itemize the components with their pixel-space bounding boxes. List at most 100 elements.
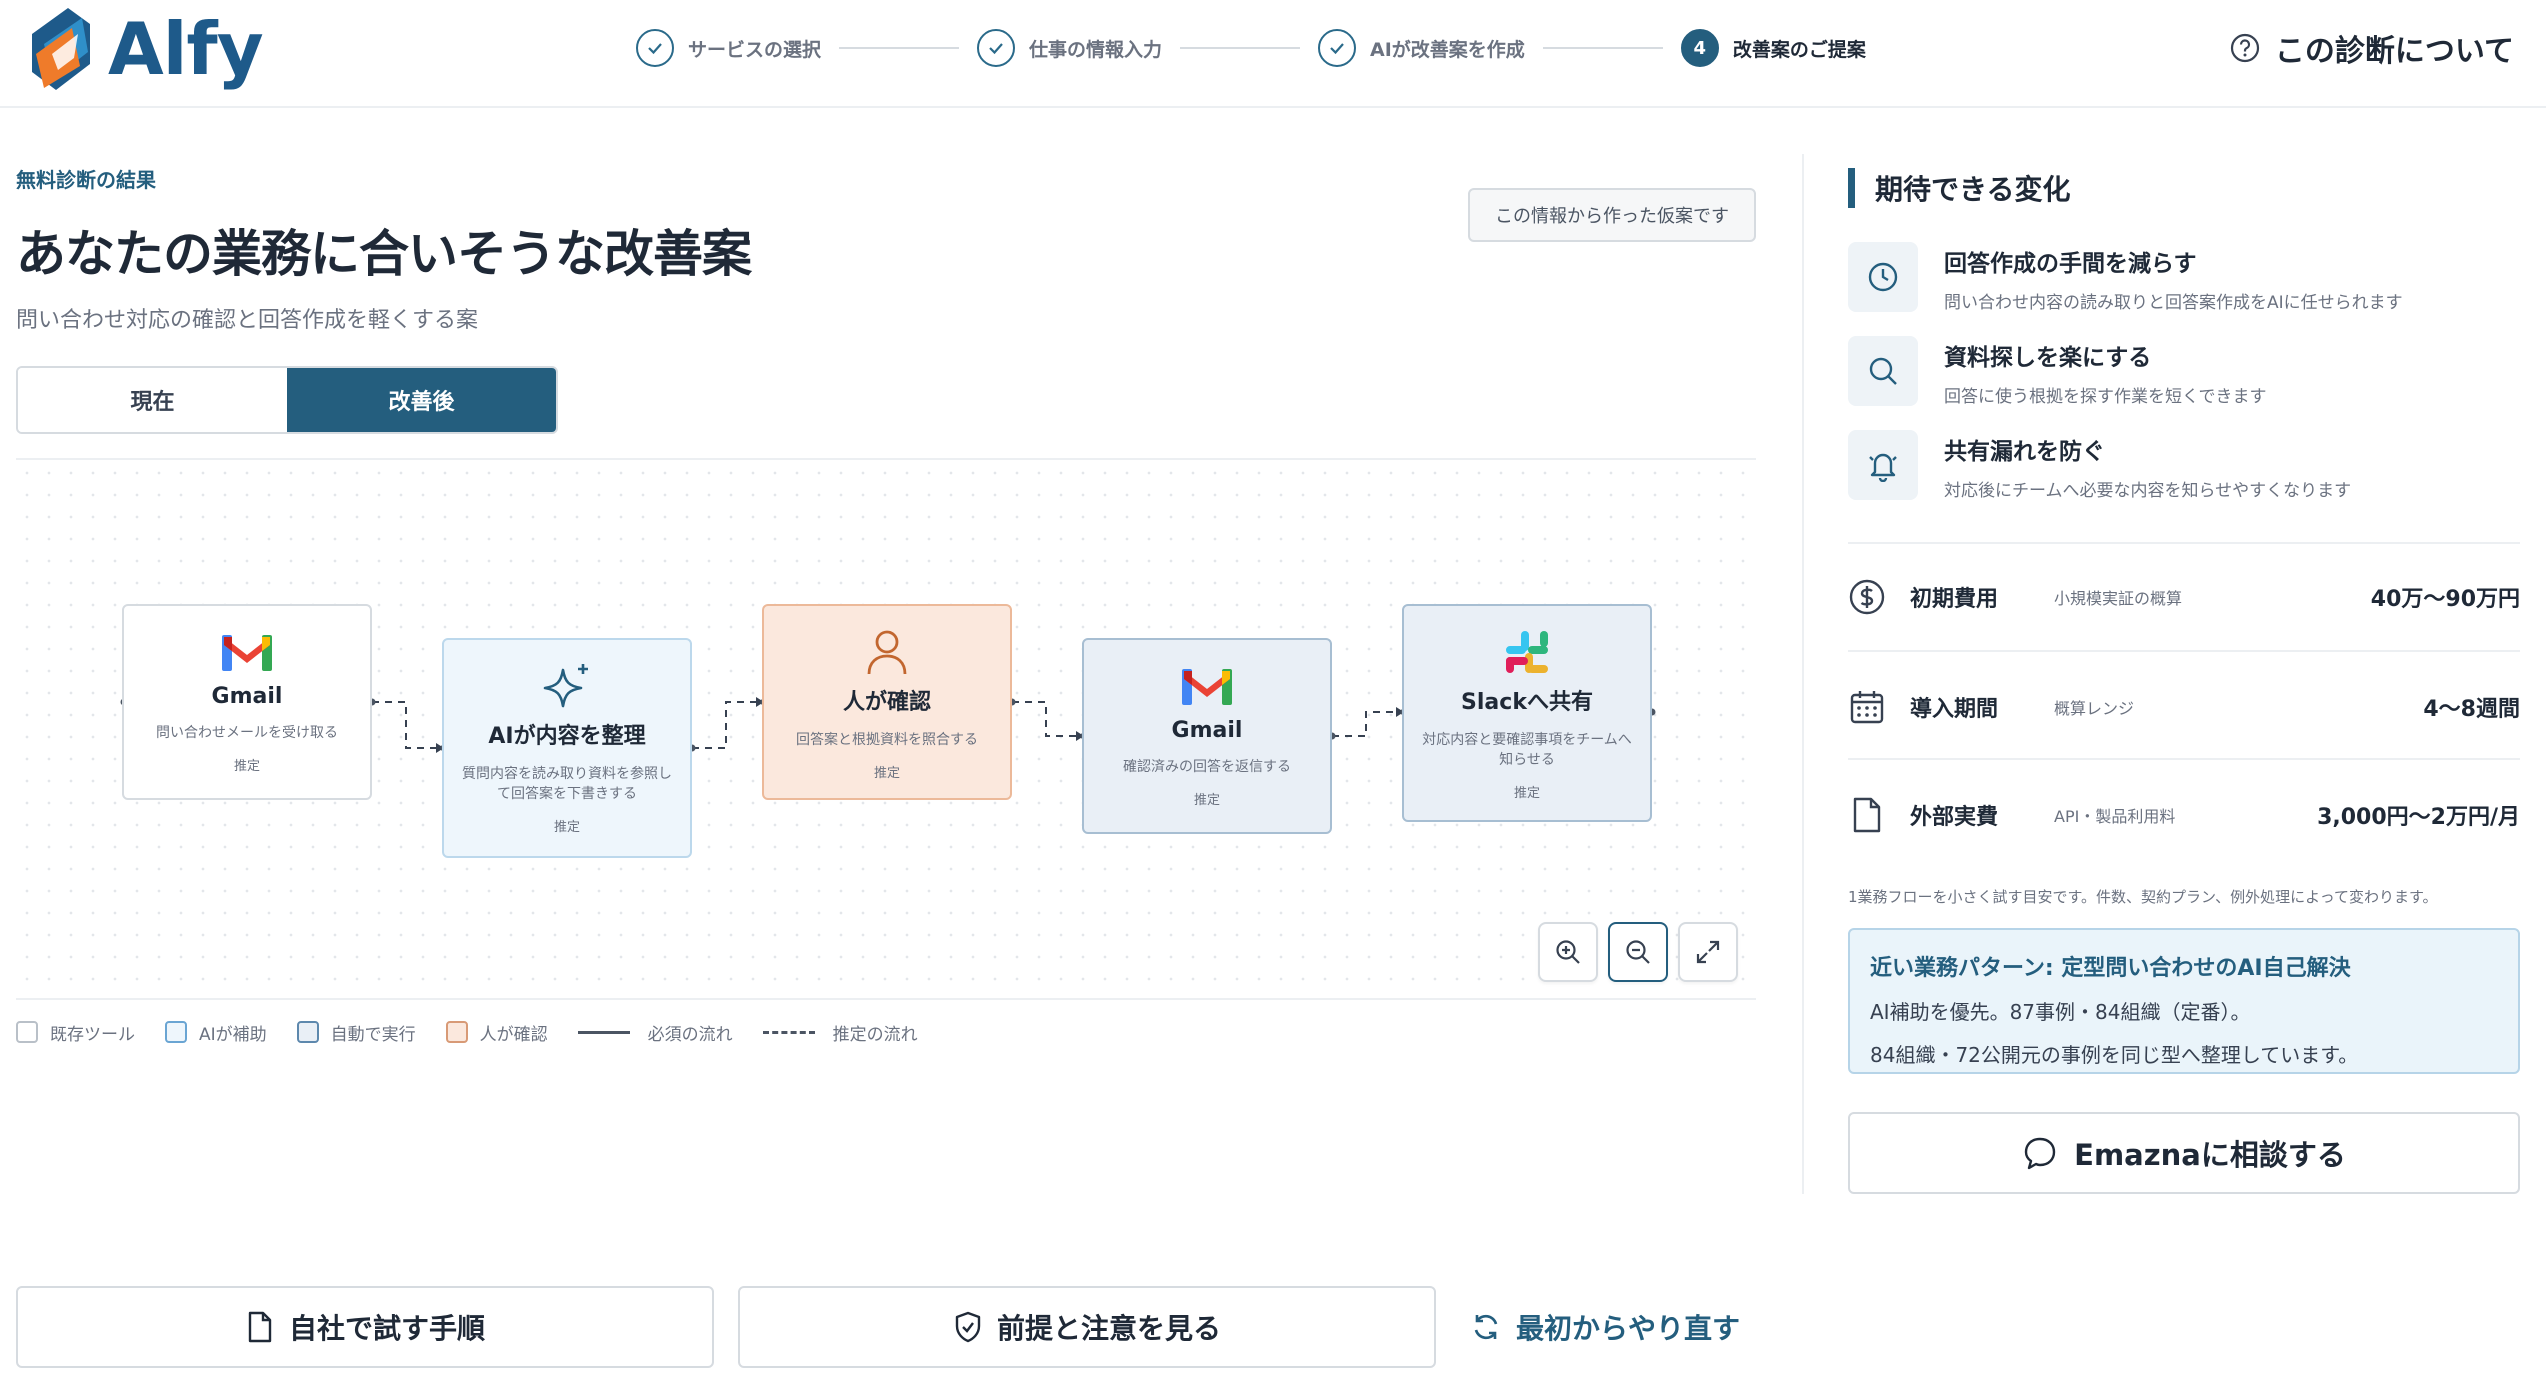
legend-required-flow: 必須の流れ bbox=[577, 1020, 733, 1045]
page-title: あなたの業務に合いそうな改善案 bbox=[16, 225, 752, 283]
step-3: AIが改善案を作成 bbox=[1318, 29, 1525, 67]
fullscreen-icon bbox=[1696, 940, 1720, 964]
benefit-reduce-effort: 回答作成の手間を減らす 問い合わせ内容の読み取りと回答案作成をAIに任せられます bbox=[1848, 242, 2403, 313]
similar-pattern-card: 近い業務パターン: 定型問い合わせのAI自己解決 AI補助を優先。87事例・84… bbox=[1848, 928, 2520, 1074]
flow-node-slack-share[interactable]: Slackへ共有 対応内容と要確認事項をチームへ知らせる 推定 bbox=[1402, 604, 1652, 822]
fullscreen-button[interactable] bbox=[1678, 922, 1738, 982]
slack-icon bbox=[1502, 628, 1552, 676]
node-title: Slackへ共有 bbox=[1461, 690, 1593, 715]
flow-node-gmail-receive[interactable]: Gmail 問い合わせメールを受け取る 推定 bbox=[122, 604, 372, 800]
bell-icon bbox=[1848, 430, 1918, 500]
metric-note: 概算レンジ bbox=[2054, 699, 2135, 718]
toggle-current[interactable]: 現在 bbox=[18, 368, 287, 432]
legend-existing-tool: 既存ツール bbox=[16, 1020, 135, 1045]
node-title: Gmail bbox=[1171, 718, 1243, 743]
step-connector bbox=[1542, 47, 1663, 49]
legend-solid-line bbox=[577, 1030, 630, 1034]
progress-stepper: サービスの選択 仕事の情報入力 AIが改善案を作成 4 改善案のご提案 bbox=[636, 26, 1866, 70]
panel-divider bbox=[1802, 154, 1804, 1194]
node-tag: 推定 bbox=[233, 759, 260, 774]
node-description: 問い合わせメールを受け取る bbox=[156, 725, 338, 741]
node-description: 回答案と根拠資料を照合する bbox=[796, 732, 978, 748]
flow-canvas[interactable]: Gmail 問い合わせメールを受け取る 推定 AIが内容を整理 質問内容を読み取… bbox=[16, 462, 1756, 996]
about-diagnosis-link[interactable]: この診断について bbox=[2229, 26, 2514, 70]
pattern-detail: 84組織・72公開元の事例を同じ型へ整理しています。 bbox=[1870, 1043, 2359, 1067]
refresh-icon bbox=[1474, 1314, 1498, 1340]
node-title: AIが内容を整理 bbox=[488, 724, 646, 749]
expected-changes-title: 期待できる変化 bbox=[1848, 168, 2070, 208]
hypothesis-badge: この情報から作った仮案です bbox=[1468, 188, 1756, 242]
node-title: 人が確認 bbox=[842, 690, 931, 715]
benefit-description: 対応後にチームへ必要な内容を知らせやすくなります bbox=[1944, 481, 2352, 501]
legend-label: 推定の流れ bbox=[832, 1024, 918, 1045]
calendar-icon bbox=[1850, 691, 1884, 724]
brand-name: Alfy bbox=[108, 7, 264, 91]
step-number: 4 bbox=[1680, 29, 1719, 67]
try-steps-button[interactable]: 自社で試す手順 bbox=[16, 1286, 714, 1368]
try-steps-label: 自社で試す手順 bbox=[288, 1312, 485, 1345]
consult-label: Emaznaに相談する bbox=[2074, 1138, 2346, 1172]
help-icon bbox=[2230, 33, 2259, 63]
metric-label: 外部実費 bbox=[1910, 805, 1999, 830]
step-label: サービスの選択 bbox=[688, 38, 822, 61]
legend-ai-assist: AIが補助 bbox=[165, 1020, 267, 1045]
step-4: 4 改善案のご提案 bbox=[1680, 29, 1866, 67]
consult-button[interactable]: Emaznaに相談する bbox=[1848, 1112, 2520, 1194]
flow-node-human-check[interactable]: 人が確認 回答案と根拠資料を照合する 推定 bbox=[762, 604, 1012, 800]
gmail-icon bbox=[1180, 662, 1234, 710]
zoom-out-button[interactable] bbox=[1608, 922, 1668, 982]
pattern-title: 近い業務パターン: 定型問い合わせのAI自己解決 bbox=[1870, 956, 2351, 981]
metric-external-cost: 外部実費 API・製品利用料 3,000円〜2万円/月 bbox=[1848, 788, 2520, 842]
flow-node-gmail-reply[interactable]: Gmail 確認済みの回答を返信する 推定 bbox=[1082, 638, 1332, 834]
metric-label: 導入期間 bbox=[1910, 697, 1999, 722]
metric-note: 小規模実証の概算 bbox=[2054, 589, 2183, 608]
node-description: 対応内容と要確認事項をチームへ知らせる bbox=[1422, 732, 1632, 768]
legend-label: AIが補助 bbox=[199, 1024, 267, 1045]
zoom-in-icon bbox=[1556, 940, 1580, 964]
result-eyebrow: 無料診断の結果 bbox=[16, 168, 156, 192]
benefit-description: 問い合わせ内容の読み取りと回答案作成をAIに任せられます bbox=[1944, 293, 2403, 313]
brand-logo[interactable]: Alfy bbox=[22, 4, 264, 94]
metric-label: 初期費用 bbox=[1910, 587, 1999, 612]
canvas-bottom-divider bbox=[16, 998, 1756, 1000]
step-connector bbox=[839, 47, 960, 49]
cost-footnote: 1業務フローを小さく試す目安です。件数、契約プラン、例外処理によって変わります。 bbox=[1848, 888, 2438, 906]
assumptions-label: 前提と注意を見る bbox=[996, 1312, 1221, 1345]
panel-separator bbox=[1848, 542, 2520, 544]
chat-bubble-icon bbox=[2024, 1137, 2056, 1170]
dollar-icon bbox=[1849, 579, 1885, 615]
benefit-easier-search: 資料探しを楽にする 回答に使う根拠を探す作業を短くできます bbox=[1848, 336, 2267, 407]
check-icon bbox=[977, 29, 1016, 67]
page-subtitle: 問い合わせ対応の確認と回答作成を軽くする案 bbox=[16, 308, 479, 333]
step-label: AIが改善案を作成 bbox=[1370, 38, 1525, 61]
check-icon bbox=[1318, 29, 1357, 67]
flow-node-ai-organize[interactable]: AIが内容を整理 質問内容を読み取り資料を参照して回答案を下書きする 推定 bbox=[442, 638, 692, 858]
benefit-description: 回答に使う根拠を探す作業を短くできます bbox=[1944, 387, 2267, 407]
metric-value: 3,000円〜2万円/月 bbox=[2317, 805, 2520, 830]
node-title: Gmail bbox=[211, 684, 283, 709]
legend-swatch bbox=[445, 1021, 468, 1043]
pattern-detail: AI補助を優先。87事例・84組織（定番）。 bbox=[1870, 1000, 2251, 1024]
metric-duration: 導入期間 概算レンジ 4〜8週間 bbox=[1848, 680, 2520, 734]
shield-check-icon bbox=[955, 1311, 981, 1343]
gmail-icon bbox=[220, 628, 274, 676]
legend-swatch bbox=[165, 1021, 187, 1043]
node-description: 質問内容を読み取り資料を参照して回答案を下書きする bbox=[462, 766, 672, 802]
node-description: 確認済みの回答を返信する bbox=[1123, 759, 1291, 775]
node-tag: 推定 bbox=[873, 766, 900, 781]
assumptions-button[interactable]: 前提と注意を見る bbox=[738, 1286, 1436, 1368]
benefit-title: 回答作成の手間を減らす bbox=[1944, 251, 2197, 277]
legend-label: 人が確認 bbox=[479, 1024, 548, 1045]
legend-label: 既存ツール bbox=[50, 1024, 135, 1045]
check-icon bbox=[636, 29, 674, 67]
legend-label: 必須の流れ bbox=[647, 1024, 733, 1045]
benefit-prevent-missed-sharing: 共有漏れを防ぐ 対応後にチームへ必要な内容を知らせやすくなります bbox=[1848, 430, 2351, 501]
toggle-improved[interactable]: 改善後 bbox=[287, 368, 556, 432]
canvas-top-divider bbox=[16, 458, 1756, 460]
panel-separator bbox=[1848, 650, 2520, 652]
restart-link[interactable]: 最初からやり直す bbox=[1470, 1296, 1740, 1358]
step-connector bbox=[1180, 47, 1301, 49]
zoom-in-button[interactable] bbox=[1538, 922, 1598, 982]
view-toggle: 現在 改善後 bbox=[16, 366, 558, 434]
legend-swatch bbox=[16, 1021, 38, 1043]
